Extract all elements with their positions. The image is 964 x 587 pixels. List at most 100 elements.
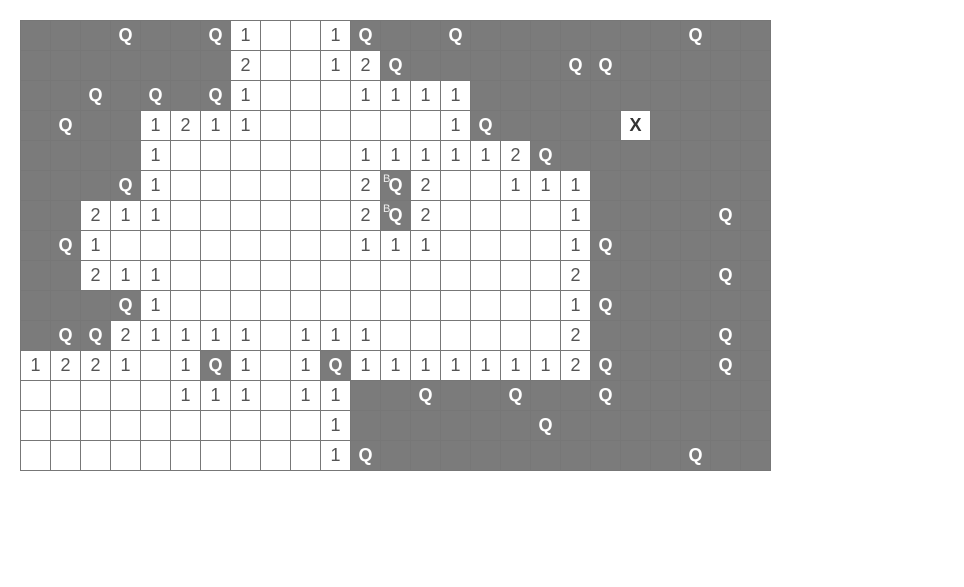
cell-r13-c14[interactable] xyxy=(441,411,471,441)
cell-r0-c17[interactable] xyxy=(531,21,561,51)
cell-r3-c16[interactable] xyxy=(501,111,531,141)
cell-r7-c0[interactable] xyxy=(21,231,51,261)
cell-r12-c11[interactable] xyxy=(351,381,381,411)
cell-r4-c23[interactable] xyxy=(711,141,741,171)
cell-r14-c19[interactable] xyxy=(591,441,621,471)
cell-r13-c21[interactable] xyxy=(651,411,681,441)
cell-r0-c20[interactable] xyxy=(621,21,651,51)
cell-r5-c21[interactable] xyxy=(651,171,681,201)
cell-question-r2-c2[interactable]: Q xyxy=(81,81,111,111)
cell-r12-c12[interactable] xyxy=(381,381,411,411)
cell-question-r11-c10[interactable]: Q xyxy=(321,351,351,381)
cell-r13-c24[interactable] xyxy=(741,411,771,441)
cell-r13-c18[interactable] xyxy=(561,411,591,441)
cell-r13-c16[interactable] xyxy=(501,411,531,441)
cell-r1-c4[interactable] xyxy=(141,51,171,81)
cell-r14-c14[interactable] xyxy=(441,441,471,471)
cell-r2-c22[interactable] xyxy=(681,81,711,111)
cell-question-r11-c19[interactable]: Q xyxy=(591,351,621,381)
cell-r9-c21[interactable] xyxy=(651,291,681,321)
cell-r14-c18[interactable] xyxy=(561,441,591,471)
cell-r4-c2[interactable] xyxy=(81,141,111,171)
cell-question-r13-c17[interactable]: Q xyxy=(531,411,561,441)
cell-r0-c4[interactable] xyxy=(141,21,171,51)
cell-question-r9-c19[interactable]: Q xyxy=(591,291,621,321)
cell-r3-c23[interactable] xyxy=(711,111,741,141)
cell-r3-c2[interactable] xyxy=(81,111,111,141)
cell-r1-c24[interactable] xyxy=(741,51,771,81)
cell-r8-c24[interactable] xyxy=(741,261,771,291)
cell-r9-c0[interactable] xyxy=(21,291,51,321)
cell-r4-c1[interactable] xyxy=(51,141,81,171)
cell-question-r0-c11[interactable]: Q xyxy=(351,21,381,51)
cell-r5-c20[interactable] xyxy=(621,171,651,201)
cell-question-r0-c14[interactable]: Q xyxy=(441,21,471,51)
cell-r10-c0[interactable] xyxy=(21,321,51,351)
cell-r6-c20[interactable] xyxy=(621,201,651,231)
cell-question-r1-c19[interactable]: Q xyxy=(591,51,621,81)
cell-r13-c11[interactable] xyxy=(351,411,381,441)
cell-r13-c22[interactable] xyxy=(681,411,711,441)
cell-r5-c2[interactable] xyxy=(81,171,111,201)
cell-r4-c22[interactable] xyxy=(681,141,711,171)
cell-r8-c0[interactable] xyxy=(21,261,51,291)
cell-r11-c22[interactable] xyxy=(681,351,711,381)
cell-r1-c13[interactable] xyxy=(411,51,441,81)
cell-r1-c21[interactable] xyxy=(651,51,681,81)
cell-r3-c21[interactable] xyxy=(651,111,681,141)
cell-r0-c0[interactable] xyxy=(21,21,51,51)
cell-r2-c21[interactable] xyxy=(651,81,681,111)
cell-r3-c3[interactable] xyxy=(111,111,141,141)
cell-r2-c18[interactable] xyxy=(561,81,591,111)
cell-r7-c24[interactable] xyxy=(741,231,771,261)
cell-r8-c20[interactable] xyxy=(621,261,651,291)
cell-r6-c19[interactable] xyxy=(591,201,621,231)
cell-r12-c17[interactable] xyxy=(531,381,561,411)
cell-r7-c20[interactable] xyxy=(621,231,651,261)
cell-r0-c24[interactable] xyxy=(741,21,771,51)
cell-r0-c19[interactable] xyxy=(591,21,621,51)
cell-r2-c19[interactable] xyxy=(591,81,621,111)
cell-r5-c22[interactable] xyxy=(681,171,711,201)
cell-question-r0-c6[interactable]: Q xyxy=(201,21,231,51)
cell-question-r6-c23[interactable]: Q xyxy=(711,201,741,231)
cell-question-r7-c19[interactable]: Q xyxy=(591,231,621,261)
cell-r14-c21[interactable] xyxy=(651,441,681,471)
cell-r5-c24[interactable] xyxy=(741,171,771,201)
cell-question-r11-c6[interactable]: Q xyxy=(201,351,231,381)
cell-r2-c17[interactable] xyxy=(531,81,561,111)
cell-r14-c13[interactable] xyxy=(411,441,441,471)
cell-r9-c24[interactable] xyxy=(741,291,771,321)
cell-r8-c1[interactable] xyxy=(51,261,81,291)
cell-stacked-r6-c12[interactable]: BQ xyxy=(381,201,411,231)
cell-r11-c24[interactable] xyxy=(741,351,771,381)
cell-r1-c1[interactable] xyxy=(51,51,81,81)
cell-r0-c12[interactable] xyxy=(381,21,411,51)
cell-r13-c19[interactable] xyxy=(591,411,621,441)
cell-r4-c21[interactable] xyxy=(651,141,681,171)
cell-r11-c21[interactable] xyxy=(651,351,681,381)
cell-r2-c16[interactable] xyxy=(501,81,531,111)
cell-r12-c20[interactable] xyxy=(621,381,651,411)
cell-r0-c2[interactable] xyxy=(81,21,111,51)
cell-question-r3-c15[interactable]: Q xyxy=(471,111,501,141)
cell-r2-c15[interactable] xyxy=(471,81,501,111)
cell-r6-c21[interactable] xyxy=(651,201,681,231)
cell-question-r12-c19[interactable]: Q xyxy=(591,381,621,411)
cell-r2-c23[interactable] xyxy=(711,81,741,111)
cell-question-r10-c1[interactable]: Q xyxy=(51,321,81,351)
cell-question-r1-c12[interactable]: Q xyxy=(381,51,411,81)
cell-r0-c21[interactable] xyxy=(651,21,681,51)
cell-r12-c14[interactable] xyxy=(441,381,471,411)
cell-r1-c2[interactable] xyxy=(81,51,111,81)
cell-r13-c23[interactable] xyxy=(711,411,741,441)
cell-question-r11-c23[interactable]: Q xyxy=(711,351,741,381)
cell-r6-c0[interactable] xyxy=(21,201,51,231)
cell-r1-c20[interactable] xyxy=(621,51,651,81)
cell-r4-c0[interactable] xyxy=(21,141,51,171)
cell-r4-c3[interactable] xyxy=(111,141,141,171)
cell-question-r10-c23[interactable]: Q xyxy=(711,321,741,351)
cell-r9-c20[interactable] xyxy=(621,291,651,321)
cell-r3-c18[interactable] xyxy=(561,111,591,141)
cell-r1-c0[interactable] xyxy=(21,51,51,81)
